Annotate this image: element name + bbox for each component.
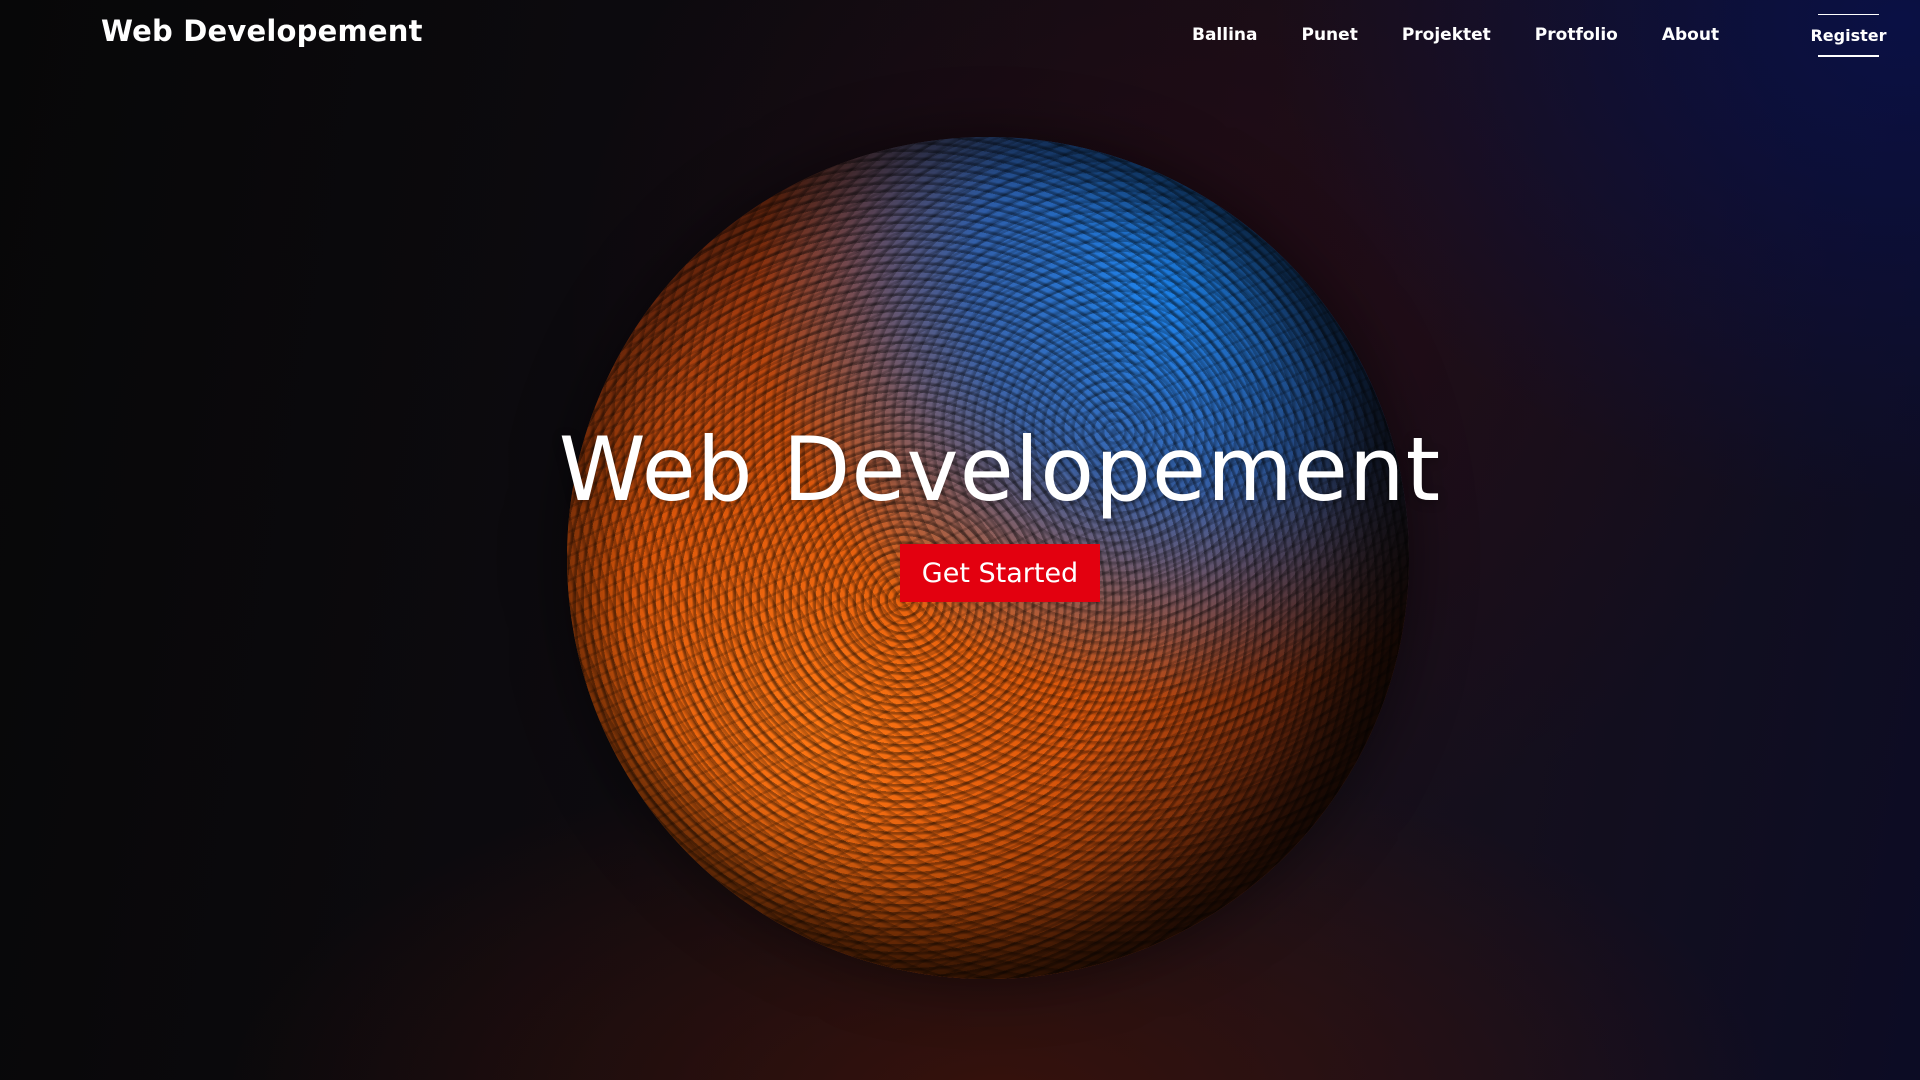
site-header: Web Developement Ballina Punet Projektet… xyxy=(0,0,1920,80)
nav-item-punet[interactable]: Punet xyxy=(1302,24,1358,46)
nav-item-projektet[interactable]: Projektet xyxy=(1402,24,1491,46)
nav-item-ballina[interactable]: Ballina xyxy=(1192,24,1258,46)
hero-title: Web Developement xyxy=(558,418,1442,521)
main-nav: Ballina Punet Projektet Protfolio About xyxy=(1192,24,1763,46)
brand-logo-text[interactable]: Web Developement xyxy=(101,14,423,48)
get-started-button[interactable]: Get Started xyxy=(900,544,1100,602)
register-button[interactable]: Register xyxy=(1810,14,1887,57)
nav-item-protfolio[interactable]: Protfolio xyxy=(1535,24,1618,46)
nav-item-about[interactable]: About xyxy=(1662,24,1719,46)
